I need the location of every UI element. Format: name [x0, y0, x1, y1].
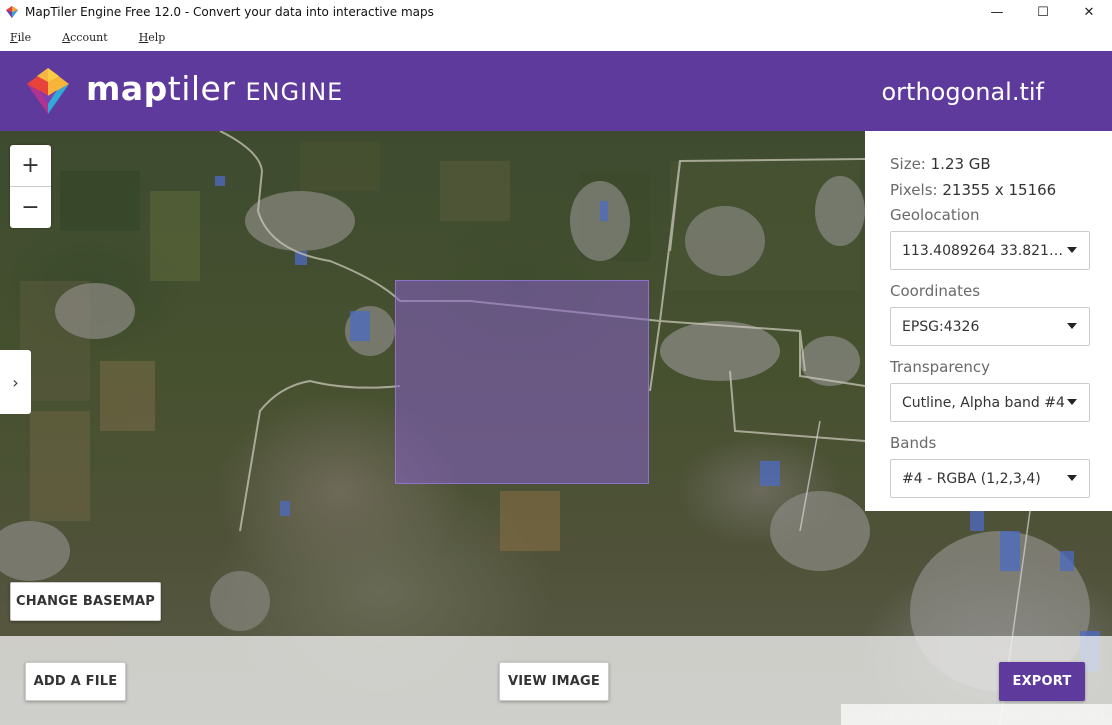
maptiler-logo-icon — [27, 68, 69, 114]
transparency-label: Transparency — [890, 358, 991, 376]
dropdown-caret-icon — [1067, 247, 1077, 253]
menu-file-accel: F — [10, 31, 18, 44]
pixels-label: Pixels: — [890, 181, 938, 199]
file-name: orthogonal.tif — [881, 78, 1044, 106]
window-title: MapTiler Engine Free 12.0 - Convert your… — [25, 5, 434, 19]
change-basemap-button[interactable]: CHANGE BASEMAP — [10, 582, 161, 621]
zoom-in-button[interactable]: + — [10, 145, 51, 186]
sidebar-toggle-button[interactable]: › — [0, 350, 31, 414]
zoom-out-button[interactable]: − — [10, 187, 51, 228]
file-info-panel: Size: 1.23 GB Pixels: 21355 x 15166 Geol… — [865, 131, 1112, 511]
pixels-info: Pixels: 21355 x 15166 — [890, 179, 1087, 205]
osm-attribution-link[interactable]: © OpenStreetMap contributors — [919, 708, 1105, 722]
menu-file-label: ile — [17, 31, 32, 44]
transparency-value: Cutline, Alpha band #4 — [902, 394, 1065, 411]
bands-label: Bands — [890, 434, 937, 452]
map-attribution: © MapTiler © OpenStreetMap contributors — [840, 704, 1112, 725]
menu-help[interactable]: Help — [139, 31, 166, 44]
bands-select[interactable]: #4 - RGBA (1,2,3,4) — [890, 459, 1090, 498]
minimize-button[interactable]: — — [974, 0, 1020, 24]
close-button[interactable]: ✕ — [1066, 0, 1112, 24]
bands-value: #4 - RGBA (1,2,3,4) — [902, 470, 1041, 487]
dropdown-caret-icon — [1067, 399, 1077, 405]
app-header: maptiler ENGINE orthogonal.tif — [0, 51, 1112, 131]
menu-file[interactable]: File — [10, 31, 31, 44]
chevron-right-icon: › — [12, 372, 19, 392]
transparency-select[interactable]: Cutline, Alpha band #4 — [890, 383, 1090, 422]
pixels-value: 21355 x 15166 — [942, 181, 1057, 199]
coordinates-value: EPSG:4326 — [902, 318, 980, 335]
geolocation-label: Geolocation — [890, 206, 980, 224]
menu-account[interactable]: Account — [62, 31, 108, 44]
export-button[interactable]: EXPORT — [999, 662, 1085, 701]
size-value: 1.23 GB — [930, 155, 991, 173]
coordinates-select[interactable]: EPSG:4326 — [890, 307, 1090, 346]
zoom-control: + − — [10, 145, 51, 228]
brand-wordmark: maptiler ENGINE — [86, 69, 343, 108]
app-icon — [6, 6, 18, 18]
menu-help-accel: H — [138, 31, 149, 44]
window-controls: — ☐ ✕ — [974, 0, 1112, 24]
brand-map: map — [86, 69, 168, 108]
map-view[interactable]: + − › Size: 1.23 GB Pixels: 21355 x 1516… — [0, 131, 1112, 725]
maptiler-attribution-link[interactable]: © MapTiler — [848, 708, 915, 722]
brand-engine: ENGINE — [245, 78, 344, 106]
menu-bar: File Account Help — [0, 24, 1112, 51]
coordinates-label: Coordinates — [890, 282, 981, 300]
dropdown-caret-icon — [1067, 323, 1077, 329]
view-image-button[interactable]: VIEW IMAGE — [499, 662, 609, 701]
dropdown-caret-icon — [1067, 475, 1077, 481]
size-label: Size: — [890, 155, 926, 173]
menu-help-label: elp — [148, 31, 166, 44]
brand-tiler: tiler — [167, 69, 236, 108]
geolocation-select[interactable]: 113.4089264 33.82151... — [890, 231, 1090, 270]
maximize-button[interactable]: ☐ — [1020, 0, 1066, 24]
geolocation-value: 113.4089264 33.82151... — [902, 242, 1067, 259]
size-info: Size: 1.23 GB — [890, 153, 1087, 179]
menu-account-accel: A — [62, 31, 71, 44]
title-bar: MapTiler Engine Free 12.0 - Convert your… — [0, 0, 1112, 24]
raster-footprint-overlay[interactable] — [395, 280, 649, 484]
add-file-button[interactable]: ADD A FILE — [25, 662, 126, 701]
menu-account-label: ccount — [70, 31, 108, 44]
